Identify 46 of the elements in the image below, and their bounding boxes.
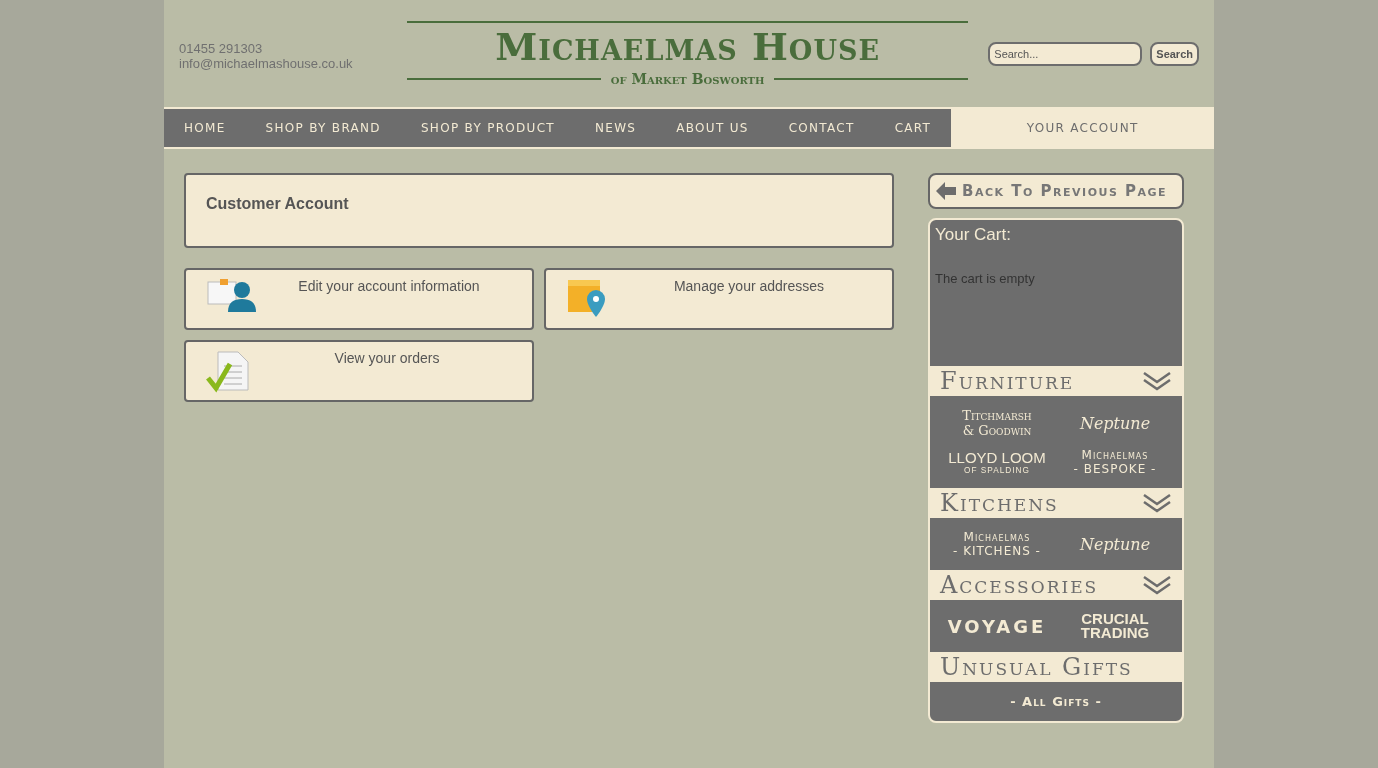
cart-title: Your Cart:: [934, 224, 1012, 245]
account-link-card[interactable]: View your orders: [184, 340, 534, 402]
arrow-left-icon: [936, 182, 956, 200]
nav-tab[interactable]: YOUR ACCOUNT: [951, 109, 1214, 147]
chevron-down-icon[interactable]: [1142, 492, 1172, 514]
phone-number: 01455 291303: [179, 40, 264, 56]
nav-tab[interactable]: ABOUT US: [656, 109, 769, 147]
site-logo[interactable]: Michaelmas House of Market Bosworth: [406, 20, 969, 87]
account-link-label: Manage your addresses: [672, 278, 826, 296]
cart-message: The cart is empty: [934, 270, 1036, 288]
nav-tab[interactable]: CONTACT: [768, 109, 875, 147]
account-link-label: Edit your account information: [297, 278, 481, 296]
brand-logo[interactable]: CRUCIAL TRADING: [1056, 612, 1174, 640]
account-link-card[interactable]: Manage your addresses: [544, 268, 894, 330]
brand-logo[interactable]: Neptune: [1056, 534, 1174, 554]
brand-logo[interactable]: VOYAGE: [938, 615, 1056, 637]
nav-tab[interactable]: HOME: [164, 109, 246, 147]
brand-logo[interactable]: Neptune: [1056, 413, 1174, 433]
search-field[interactable]: Search...: [988, 41, 1143, 66]
nav-tab[interactable]: NEWS: [575, 109, 657, 147]
category-header[interactable]: Furniture: [930, 366, 1182, 396]
brand-logo[interactable]: Michaelmas - BESPOKE -: [1056, 448, 1174, 476]
category-title: Furniture: [940, 367, 1076, 395]
brand-logo[interactable]: - All Gifts -: [938, 694, 1174, 709]
category-title: Accessories: [940, 571, 1100, 599]
account-link-card[interactable]: Edit your account information: [184, 268, 534, 330]
brand-logo[interactable]: LLOYD LOOM OF SPALDING: [938, 449, 1056, 475]
category-header[interactable]: Unusual Gifts: [930, 652, 1182, 682]
chevron-down-icon[interactable]: [1142, 574, 1172, 596]
contact-card-icon: [206, 278, 256, 314]
nav-tab[interactable]: SHOP BY BRAND: [245, 109, 401, 147]
page-title: Customer Account: [206, 195, 350, 213]
category-title: Unusual Gifts: [940, 653, 1134, 681]
brand-logo[interactable]: Titchmarsh & Goodwin: [938, 408, 1056, 438]
brand-logo[interactable]: Michaelmas - KITCHENS -: [938, 530, 1056, 558]
email-link[interactable]: info@michaelmashouse.co.uk: [179, 55, 387, 71]
search-button[interactable]: Search: [1150, 41, 1199, 66]
back-button[interactable]: Back To Previous Page: [928, 173, 1184, 209]
nav-tab[interactable]: SHOP BY PRODUCT: [400, 109, 575, 147]
category-header[interactable]: Kitchens: [930, 488, 1182, 518]
document-check-icon: [206, 350, 252, 394]
chevron-down-icon[interactable]: [1142, 370, 1172, 392]
category-title: Kitchens: [940, 489, 1060, 517]
category-header[interactable]: Accessories: [930, 570, 1182, 600]
nav-tab[interactable]: CART: [874, 109, 952, 147]
account-link-label: View your orders: [333, 350, 441, 368]
